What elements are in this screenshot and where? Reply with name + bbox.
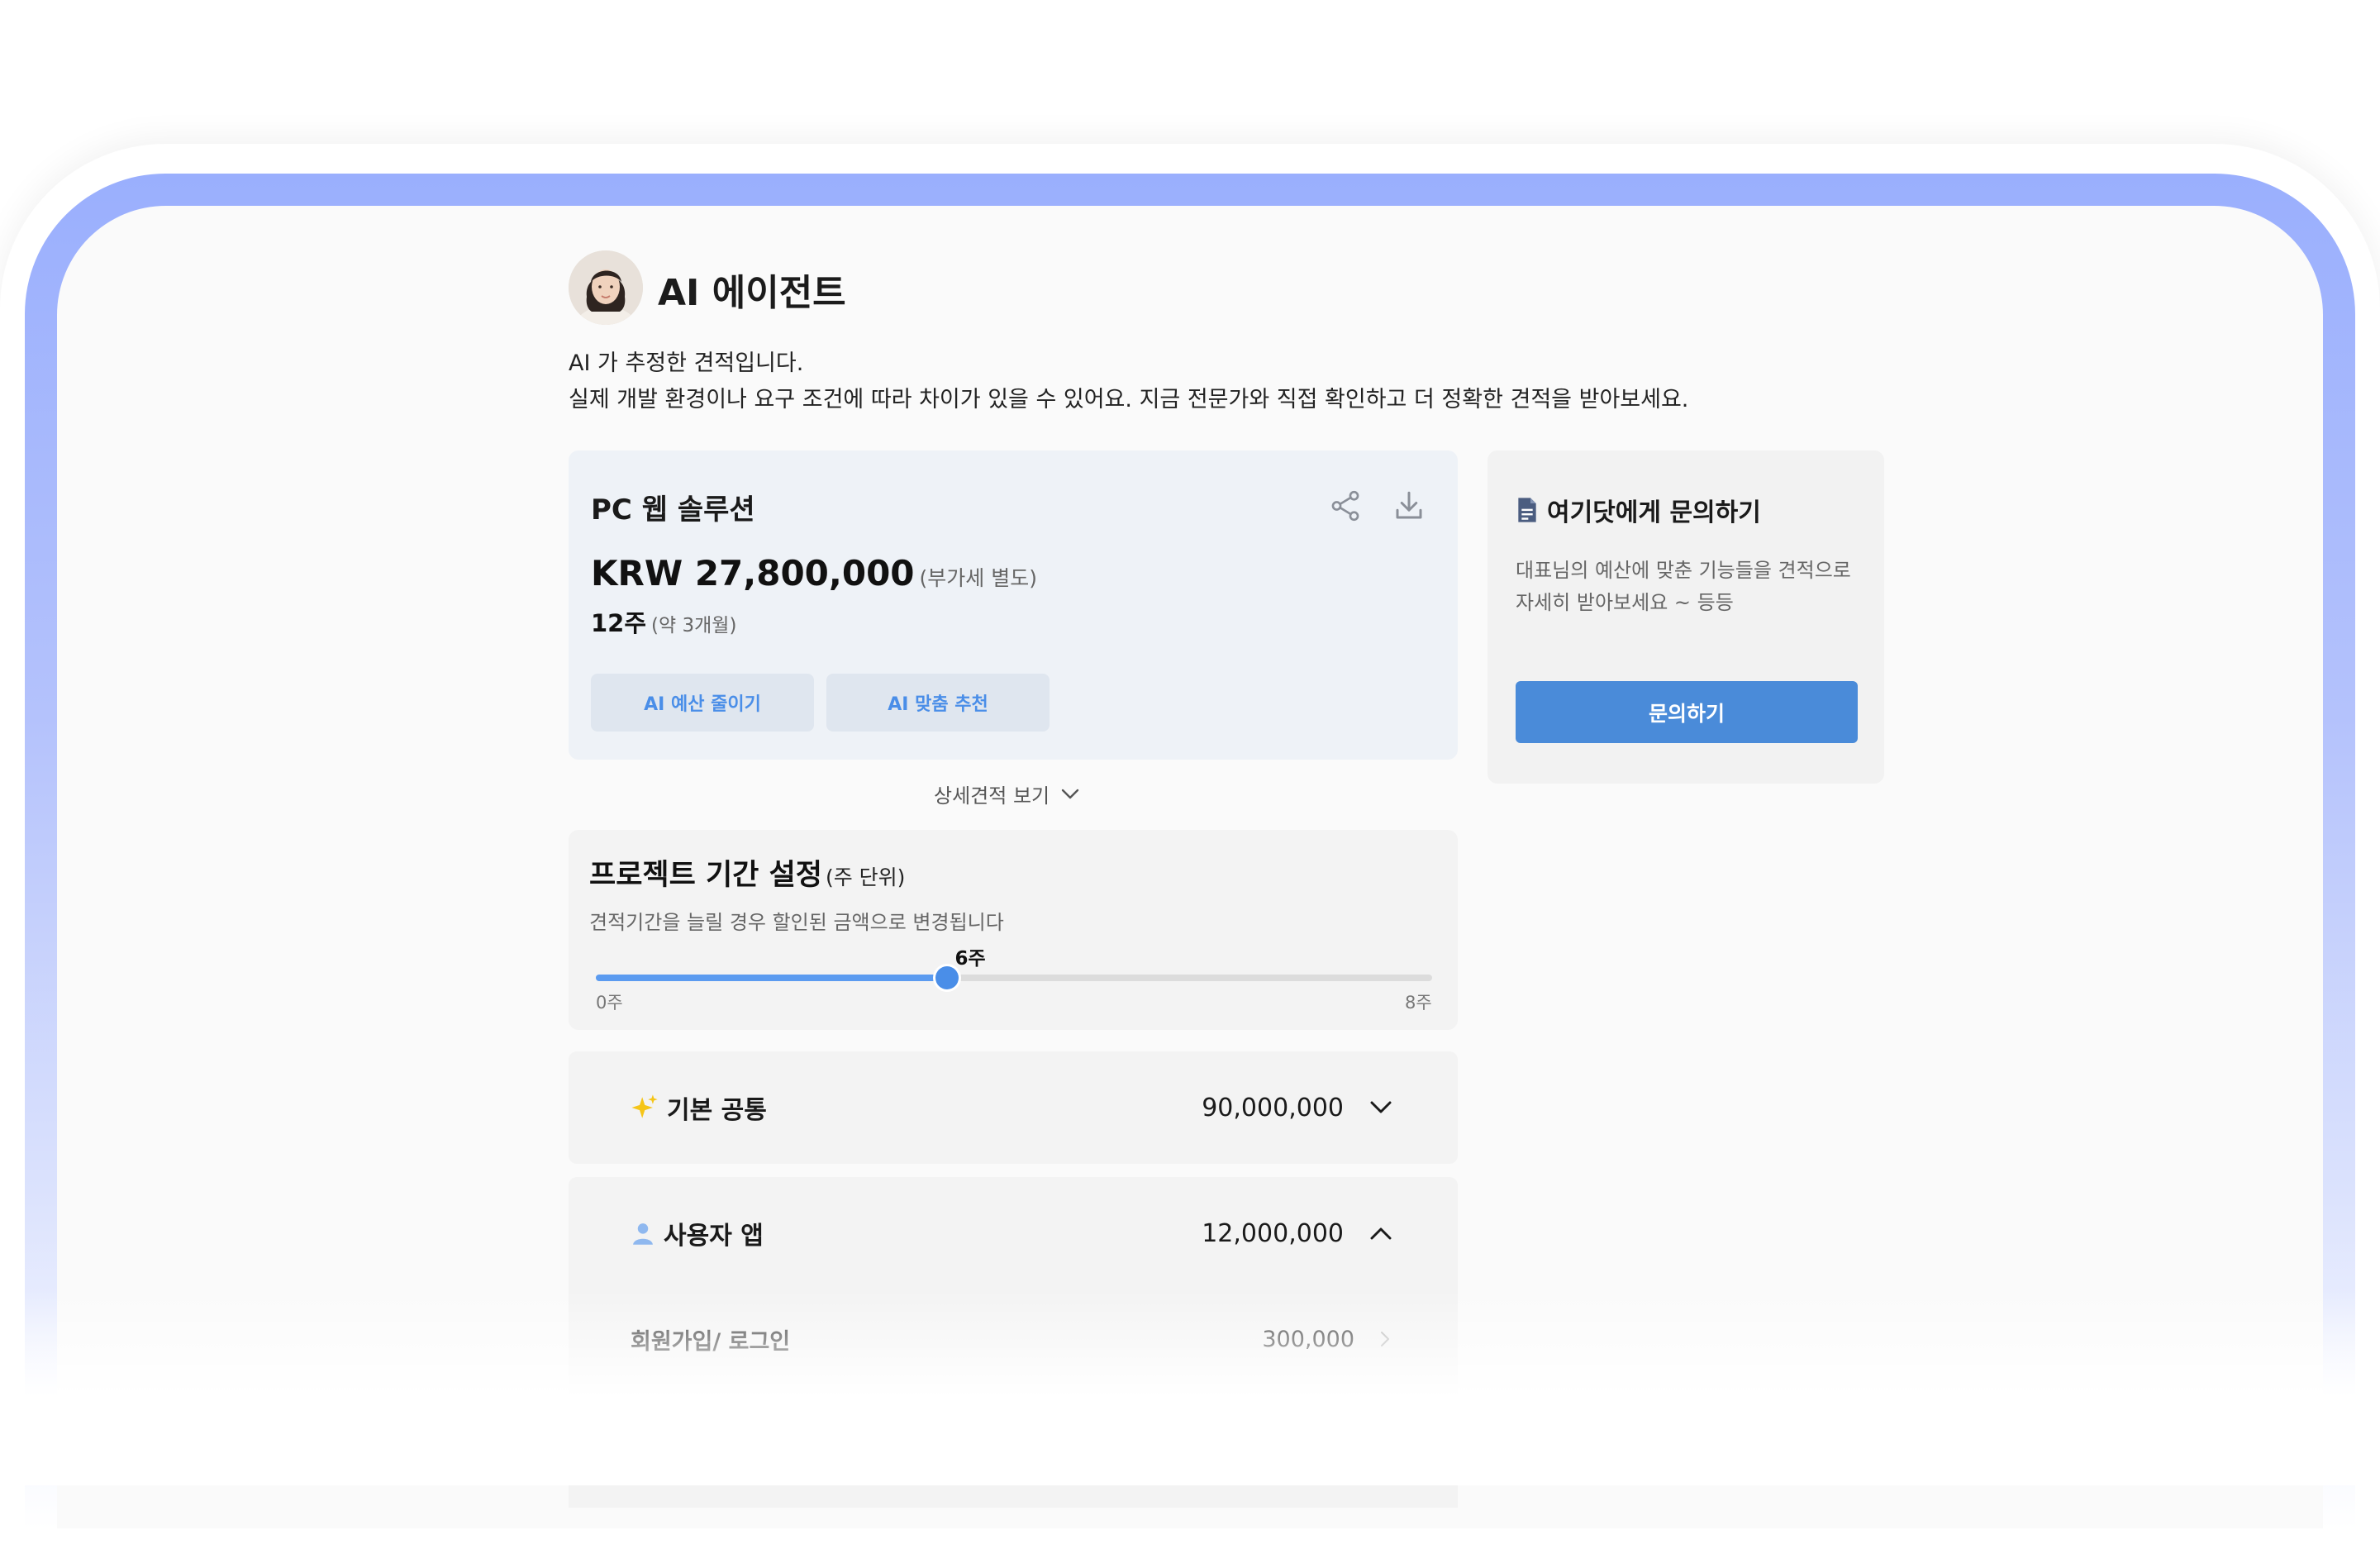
period-description: 견적기간을 늘릴 경우 할인된 금액으로 변경됩니다 <box>589 911 1004 934</box>
category-user-label-text: 사용자 앱 <box>664 1222 764 1251</box>
price-note: (부가세 별도) <box>919 566 1038 590</box>
chevron-up-icon <box>1370 1227 1392 1240</box>
category-basic-label-text: 기본 공통 <box>667 1096 767 1125</box>
user-icon <box>633 1223 653 1245</box>
chevron-right-icon <box>1380 1289 1390 1389</box>
agent-avatar <box>569 250 643 325</box>
ai-reduce-budget-button[interactable]: AI 예산 줄이기 <box>591 674 814 732</box>
period-title-main: 프로젝트 기간 설정 <box>589 859 822 892</box>
intro-line-2: 실제 개발 환경이나 요구 조건에 따라 차이가 있을 수 있어요. 지금 전문… <box>569 387 1689 412</box>
avatar-portrait-icon <box>569 250 643 325</box>
category-user-app: 사용자 앱 12,000,000 회원가입/ 로그인 300,000 ID/PW… <box>569 1177 1458 1508</box>
category-user-chevron[interactable] <box>1370 1177 1392 1289</box>
category-basic-amount: 90,000,000 <box>1202 1093 1344 1122</box>
chevron-right-icon <box>1380 1389 1390 1488</box>
duration-note: (약 3개월) <box>651 615 737 636</box>
price-amount: KRW 27,800,000 <box>591 553 915 593</box>
detail-estimate-toggle[interactable]: 상세견적 보기 <box>934 779 1079 808</box>
contact-card: 여기닷에게 문의하기 대표님의 예산에 맞춘 기능들을 견적으로 자세히 받아보… <box>1488 450 1884 784</box>
period-slider-max: 8주 <box>1405 993 1432 1013</box>
document-icon <box>1518 498 1536 522</box>
sub-item-label: ID/PW 찾기 <box>631 1427 755 1454</box>
estimate-title: PC 웹 솔루션 <box>591 493 755 527</box>
intro-line-1: AI 가 추정한 견적입니다. <box>569 350 804 376</box>
page-title: AI 에이전트 <box>658 272 846 314</box>
category-basic-label: 기본 공통 <box>631 1051 767 1164</box>
category-user-app-header[interactable]: 사용자 앱 12,000,000 <box>569 1177 1458 1289</box>
contact-title-label: 여기닷에게 문의하기 <box>1547 498 1761 527</box>
estimate-duration: 12주 (약 3개월) <box>591 604 736 639</box>
detail-toggle-label: 상세견적 보기 <box>934 784 1050 808</box>
contact-title: 여기닷에게 문의하기 <box>1516 492 1761 528</box>
list-item[interactable]: ID/PW 찾기 300,000 <box>569 1389 1458 1488</box>
contact-description: 대표님의 예산에 맞춘 기능들을 견적으로 자세히 받아보세요 ~ 등등 <box>1516 559 1851 614</box>
sub-item-label: 회원가입/ 로그인 <box>631 1328 791 1355</box>
intro-text: AI 가 추정한 견적입니다. 실제 개발 환경이나 요구 조건에 따라 차이가… <box>569 346 1688 418</box>
sub-item-amount: 300,000 <box>1262 1326 1354 1352</box>
chevron-down-icon <box>1061 789 1079 798</box>
chevron-down-icon <box>1370 1101 1392 1113</box>
share-icon <box>1331 490 1359 522</box>
list-item[interactable]: 회원가입/ 로그인 300,000 <box>569 1289 1458 1389</box>
period-slider-min: 0주 <box>596 993 623 1013</box>
sparkle-icon <box>631 1094 658 1118</box>
contact-button[interactable]: 문의하기 <box>1516 681 1858 743</box>
project-period-card: 프로젝트 기간 설정 (주 단위) 견적기간을 늘릴 경우 할인된 금액으로 변경… <box>569 830 1458 1030</box>
period-title-unit: (주 단위) <box>825 865 906 889</box>
category-user-label: 사용자 앱 <box>631 1177 764 1289</box>
period-slider-fill <box>596 975 948 981</box>
download-button[interactable] <box>1387 484 1431 528</box>
ai-recommend-button[interactable]: AI 맞춤 추천 <box>826 674 1050 732</box>
category-basic-common[interactable]: 기본 공통 90,000,000 <box>569 1051 1458 1164</box>
category-basic-chevron[interactable] <box>1370 1051 1392 1164</box>
estimate-card: PC 웹 솔루션 KRW 27,800,000 (부가세 별도) 12주 (약 3개… <box>569 450 1458 760</box>
download-icon <box>1396 491 1422 519</box>
duration-weeks: 12주 <box>591 609 647 637</box>
share-button[interactable] <box>1323 484 1368 528</box>
period-slider-value: 6주 <box>954 948 986 970</box>
period-title: 프로젝트 기간 설정 (주 단위) <box>589 851 905 894</box>
category-user-amount: 12,000,000 <box>1202 1218 1344 1248</box>
estimate-price: KRW 27,800,000 (부가세 별도) <box>591 553 1037 593</box>
sub-item-amount: 300,000 <box>1262 1425 1354 1451</box>
